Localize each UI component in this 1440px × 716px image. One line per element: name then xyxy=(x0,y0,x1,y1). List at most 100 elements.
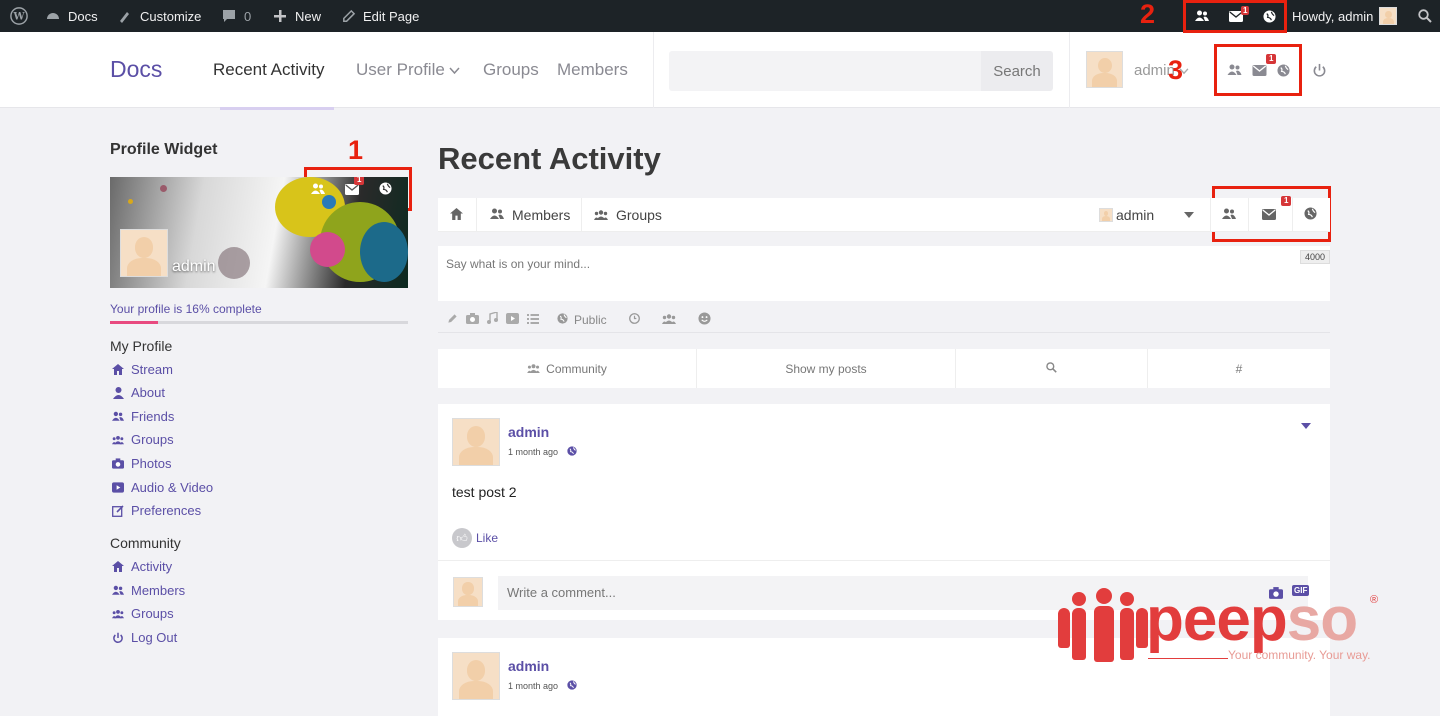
filter-search[interactable] xyxy=(956,349,1148,388)
post-author-name[interactable]: admin xyxy=(508,658,549,674)
cover-art xyxy=(360,222,408,282)
friends-icon[interactable] xyxy=(311,182,325,200)
envelope-icon xyxy=(1262,207,1276,223)
nav-members[interactable]: Members xyxy=(557,60,628,80)
tab-home[interactable] xyxy=(450,198,463,232)
comments-link[interactable]: 0 xyxy=(220,0,251,32)
wordpress-logo-icon[interactable]: W xyxy=(10,0,28,32)
nav-recent-activity[interactable]: Recent Activity xyxy=(213,60,325,80)
groups-icon xyxy=(112,434,124,446)
tab-groups[interactable]: Groups xyxy=(594,198,662,232)
site-name-link[interactable]: Docs xyxy=(44,0,98,32)
envelope-icon[interactable]: 1 xyxy=(345,177,365,200)
thumbs-up-icon: 👍︎ xyxy=(452,528,472,548)
power-icon xyxy=(112,632,124,644)
edit-page-label: Edit Page xyxy=(363,8,420,24)
sidebar-item-activity[interactable]: Activity xyxy=(112,559,172,574)
sidebar-item-friends[interactable]: Friends xyxy=(112,409,174,424)
cover-avatar[interactable] xyxy=(120,229,168,277)
post-author-avatar[interactable] xyxy=(452,652,500,700)
peepso-logo-icon xyxy=(1058,608,1070,648)
cover-username[interactable]: admin xyxy=(172,258,216,276)
home-icon xyxy=(112,561,124,573)
smiley-icon[interactable] xyxy=(698,311,711,328)
logout-button[interactable] xyxy=(1310,54,1328,86)
post-timestamp[interactable]: 1 month ago xyxy=(508,446,577,458)
sidebar-item-photos[interactable]: Photos xyxy=(112,456,171,471)
sidebar-item-label: Photos xyxy=(131,456,172,471)
search-button[interactable]: Search xyxy=(981,51,1053,91)
my-account-menu[interactable]: Howdy, admin xyxy=(1292,0,1398,32)
sidebar-item-logout[interactable]: Log Out xyxy=(112,630,177,645)
profile-completeness-label: Your profile is 16% complete xyxy=(110,302,262,316)
filter-hashtag[interactable]: # xyxy=(1148,349,1330,388)
adminbar-friends-button[interactable] xyxy=(1193,0,1211,32)
sidebar-item-preferences[interactable]: Preferences xyxy=(112,503,201,518)
post-author-name[interactable]: admin xyxy=(508,424,549,440)
dashboard-icon xyxy=(44,7,62,25)
post-options-icon[interactable] xyxy=(1301,423,1311,429)
customize-link[interactable]: Customize xyxy=(116,0,201,32)
sidebar-item-audio-video[interactable]: Audio & Video xyxy=(112,480,213,495)
header-avatar[interactable] xyxy=(1086,51,1123,88)
sidebar-item-stream[interactable]: Stream xyxy=(112,362,173,377)
list-icon[interactable] xyxy=(527,313,539,327)
svg-text:W: W xyxy=(12,12,25,23)
tab-members[interactable]: Members xyxy=(490,198,570,232)
search-input[interactable] xyxy=(669,51,981,91)
tab-messages-button[interactable] xyxy=(1262,198,1276,232)
tab-friends-button[interactable] xyxy=(1222,198,1236,232)
site-name-label: Docs xyxy=(68,8,98,24)
like-button[interactable]: 👍︎ Like xyxy=(452,528,498,548)
edit-page-link[interactable]: Edit Page xyxy=(339,0,419,32)
adminbar-search-button[interactable] xyxy=(1416,0,1434,32)
site-logo[interactable]: Docs xyxy=(110,56,162,83)
filter-show-my-posts[interactable]: Show my posts xyxy=(697,349,956,388)
globe-icon xyxy=(1260,7,1278,25)
divider xyxy=(1292,198,1293,232)
globe-icon[interactable] xyxy=(379,182,392,200)
pencil-icon[interactable] xyxy=(447,313,458,327)
nav-user-profile[interactable]: User Profile xyxy=(356,60,460,80)
filter-community[interactable]: Community xyxy=(438,349,697,388)
sidebar-item-label: Log Out xyxy=(131,630,178,645)
groups-icon[interactable] xyxy=(661,313,676,327)
camera-icon xyxy=(112,458,124,470)
postbox[interactable]: Say what is on your mind... 4000 xyxy=(438,246,1330,301)
profile-cover: admin 1 xyxy=(110,177,408,288)
nav-groups[interactable]: Groups xyxy=(483,60,539,80)
adminbar-messages-button[interactable]: 1 xyxy=(1227,0,1250,32)
post-timestamp[interactable]: 1 month ago xyxy=(508,680,577,692)
customize-label: Customize xyxy=(140,8,202,24)
home-icon xyxy=(112,364,124,376)
camera-icon[interactable] xyxy=(466,312,479,327)
globe-icon xyxy=(557,312,568,327)
clock-icon[interactable] xyxy=(628,312,640,327)
header-friends-button[interactable] xyxy=(1225,54,1243,86)
edit-icon xyxy=(112,504,124,517)
callout-number-1: 1 xyxy=(348,135,364,165)
tab-notifications-button[interactable] xyxy=(1304,198,1317,232)
new-content-link[interactable]: New xyxy=(271,0,321,32)
music-icon[interactable] xyxy=(487,311,498,327)
sidebar-item-community-groups[interactable]: Groups xyxy=(112,606,174,621)
post-author-avatar[interactable] xyxy=(452,418,500,466)
peepso-logo-icon xyxy=(1120,608,1134,660)
sidebar-item-about[interactable]: About xyxy=(112,385,165,400)
video-icon[interactable] xyxy=(506,312,519,327)
page-title: Recent Activity xyxy=(438,141,661,176)
sidebar-item-members[interactable]: Members xyxy=(112,583,185,598)
comment-avatar xyxy=(453,577,483,607)
globe-icon xyxy=(1304,207,1317,223)
chevron-down-icon xyxy=(1184,212,1194,218)
profile-completeness-bar xyxy=(110,321,408,324)
sidebar-item-groups[interactable]: Groups xyxy=(112,432,174,447)
cover-art xyxy=(218,247,250,279)
privacy-selector[interactable]: Public xyxy=(557,313,607,327)
sidebar-item-label: Preferences xyxy=(131,503,202,518)
header-notifications-button[interactable] xyxy=(1274,54,1292,86)
tab-groups-label: Groups xyxy=(616,207,662,223)
home-icon xyxy=(450,207,463,223)
tab-user-menu[interactable]: admin xyxy=(1099,198,1154,232)
adminbar-notifications-button[interactable] xyxy=(1260,0,1278,32)
